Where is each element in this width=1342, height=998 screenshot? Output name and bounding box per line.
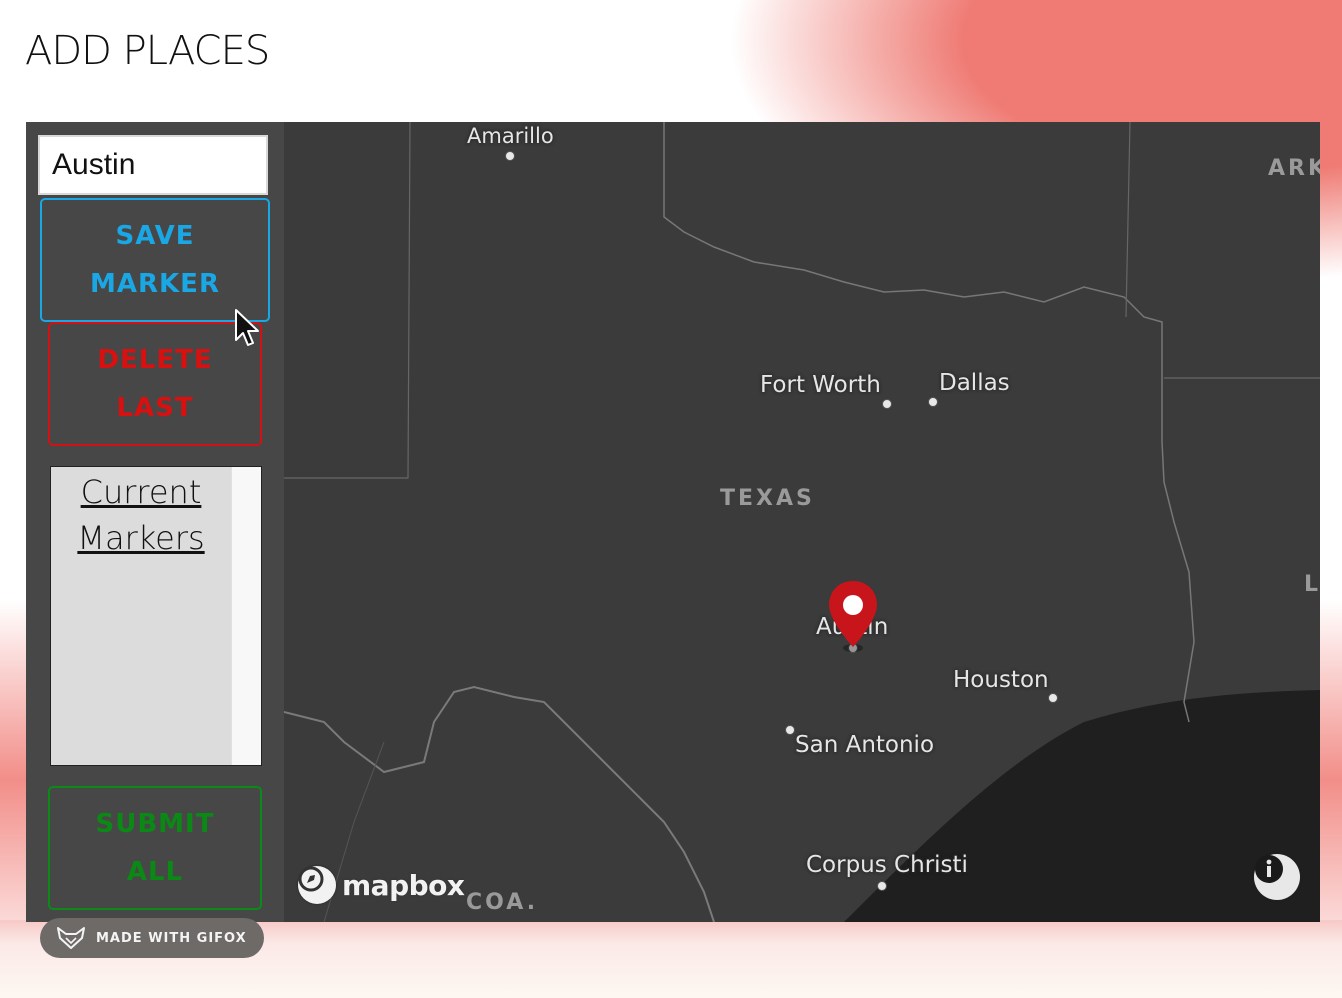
city-dot-dallas — [928, 397, 938, 407]
info-icon[interactable] — [1254, 854, 1300, 900]
city-dot-houston — [1048, 693, 1058, 703]
submit-all-button[interactable]: SUBMIT ALL — [48, 786, 262, 910]
markers-scrollbar[interactable] — [231, 467, 261, 765]
mouse-cursor-icon — [235, 309, 259, 346]
gifox-badge: MADE WITH GIFOX — [40, 918, 264, 958]
city-dot-fort-worth — [882, 399, 892, 409]
gifox-badge-label: MADE WITH GIFOX — [96, 930, 247, 946]
app-container: SAVE MARKER DELETE LAST Current Markers … — [26, 122, 1320, 922]
mapbox-icon — [298, 866, 336, 904]
region-label-ark: ARK — [1268, 156, 1320, 181]
map-pin-marker[interactable] — [826, 579, 880, 653]
city-label-corpus-christi: Corpus Christi — [806, 852, 968, 878]
map-pin-icon — [829, 581, 877, 652]
region-label-texas: TEXAS — [720, 486, 815, 511]
city-dot-corpus-christi — [877, 881, 887, 891]
current-markers-panel: Current Markers — [50, 466, 262, 766]
city-label-houston: Houston — [953, 667, 1049, 693]
save-marker-button[interactable]: SAVE MARKER — [40, 198, 270, 322]
city-label-dallas: Dallas — [939, 370, 1010, 396]
map-view[interactable]: Amarillo Fort Worth Dallas TEXAS ARK LA … — [284, 122, 1320, 922]
page-title: ADD PLACES — [25, 28, 270, 74]
region-label-la: LA — [1304, 572, 1320, 597]
current-markers-heading: Current Markers — [77, 473, 205, 557]
mapbox-wordmark: mapbox — [342, 868, 465, 902]
place-search-input[interactable] — [38, 135, 268, 195]
region-label-coa: COA. — [466, 890, 539, 915]
mapbox-logo[interactable]: mapbox — [298, 866, 465, 904]
city-dot-amarillo — [505, 151, 515, 161]
city-label-amarillo: Amarillo — [467, 124, 554, 148]
city-dot-san-antonio — [785, 725, 795, 735]
city-label-san-antonio: San Antonio — [795, 732, 935, 758]
sidebar: SAVE MARKER DELETE LAST Current Markers … — [26, 122, 284, 922]
fox-icon — [57, 927, 85, 949]
delete-last-button[interactable]: DELETE LAST — [48, 322, 262, 446]
city-label-fort-worth: Fort Worth — [760, 372, 881, 398]
map-geography — [284, 122, 1320, 922]
